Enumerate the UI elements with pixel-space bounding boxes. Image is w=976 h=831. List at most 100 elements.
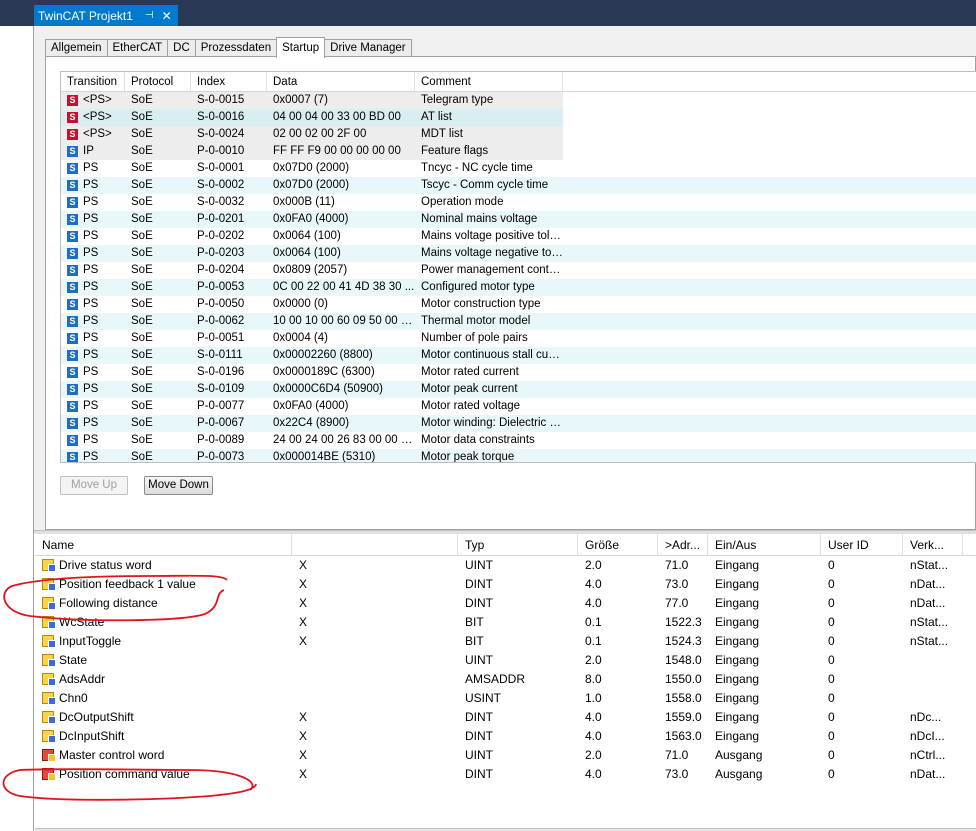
startup-list[interactable]: Transition Protocol Index Data Comment S <PS>…: [60, 71, 976, 463]
variable-row[interactable]: WcState X BIT 0.1 1522.3 Eingang 0 nStat...: [35, 613, 976, 632]
variable-cell-x: [292, 670, 458, 689]
startup-cell-transition: S PS: [61, 228, 125, 245]
variable-row[interactable]: Position command value X DINT 4.0 73.0 Ausgan…: [35, 765, 976, 784]
variable-cell-uid: 0: [828, 710, 835, 724]
variable-row[interactable]: State UINT 2.0 1548.0 Eingang 0: [35, 651, 976, 670]
variable-cell-io: Eingang: [715, 729, 760, 743]
startup-s-blue-icon: S: [67, 350, 78, 361]
tab-ethercat[interactable]: EtherCAT: [106, 39, 169, 57]
startup-cell-data: 0x22C4 (8900): [273, 417, 350, 429]
variables-column-8[interactable]: Verk...: [903, 534, 963, 555]
startup-cell-protocol: SoE: [131, 213, 153, 225]
startup-cell-index: P-0-0203: [197, 247, 245, 259]
startup-row[interactable]: S PS SoE P-0-0089 24 00 24 00 26 83 00 00 0.…: [61, 432, 976, 449]
startup-s-blue-icon: S: [67, 214, 78, 225]
variables-column-3[interactable]: Typ: [458, 534, 578, 555]
startup-cell-data: 0x0064 (100): [273, 230, 341, 242]
variables-column-1[interactable]: Name: [35, 534, 292, 555]
variable-row[interactable]: DcInputShift X DINT 4.0 1563.0 Eingang 0 nDcI..…: [35, 727, 976, 746]
startup-cell-comment: Motor data constraints: [421, 434, 535, 446]
startup-row[interactable]: S PS SoE P-0-0201 0x0FA0 (4000) Nominal mains…: [61, 211, 976, 228]
startup-row[interactable]: S PS SoE P-0-0202 0x0064 (100) Mains voltage …: [61, 228, 976, 245]
startup-row[interactable]: S PS SoE P-0-0062 10 00 10 00 60 09 50 00 6.…: [61, 313, 976, 330]
startup-column-index[interactable]: Index: [191, 72, 267, 91]
startup-row[interactable]: S PS SoE P-0-0073 0x000014BE (5310) Motor pea…: [61, 449, 976, 462]
startup-cell-index: P-0-0010: [191, 143, 267, 160]
startup-column-transition[interactable]: Transition: [61, 72, 125, 91]
startup-row[interactable]: S IP SoE P-0-0010 FF FF F9 00 00 00 00 00 Fea…: [61, 143, 976, 160]
variable-row[interactable]: InputToggle X BIT 0.1 1524.3 Eingang 0 nStat...: [35, 632, 976, 651]
variable-cell-size: 4.0: [585, 577, 602, 591]
startup-cell-protocol: SoE: [131, 349, 153, 361]
pin-icon[interactable]: ⊣: [145, 10, 154, 21]
variables-column-5[interactable]: >Adr...: [658, 534, 708, 555]
tab-allgemein[interactable]: Allgemein: [45, 39, 108, 57]
startup-row[interactable]: S PS SoE P-0-0050 0x0000 (0) Motor constructi…: [61, 296, 976, 313]
startup-s-red-icon: S: [67, 129, 78, 140]
tab-prozessdaten[interactable]: Prozessdaten: [194, 39, 278, 57]
startup-cell-comment: MDT list: [415, 126, 563, 143]
startup-s-blue-icon: S: [67, 146, 78, 157]
startup-row[interactable]: S PS SoE P-0-0077 0x0FA0 (4000) Motor rated v…: [61, 398, 976, 415]
variable-name-text: State: [59, 653, 88, 667]
variable-cell-size: 2.0: [585, 558, 602, 572]
variable-row[interactable]: Drive status word X UINT 2.0 71.0 Eingang 0 nSt…: [35, 556, 976, 575]
variable-row[interactable]: Position feedback 1 value X DINT 4.0 73.0 Ein…: [35, 575, 976, 594]
startup-row[interactable]: S PS SoE P-0-0067 0x22C4 (8900) Motor winding…: [61, 415, 976, 432]
variable-cell-link: nStat...: [910, 558, 949, 572]
startup-s-blue-icon: S: [67, 163, 78, 174]
variable-row[interactable]: Master control word X UINT 2.0 71.0 Ausgang 0 n…: [35, 746, 976, 765]
startup-cell-comment: Operation mode: [421, 196, 504, 208]
move-down-button[interactable]: Move Down: [144, 476, 213, 495]
startup-transition-text: PS: [83, 162, 99, 174]
startup-row[interactable]: S PS SoE S-0-0109 0x0000C6D4 (50900) Motor pe…: [61, 381, 976, 398]
startup-row[interactable]: S <PS> SoE S-0-0016 04 00 04 00 33 00 BD 00 A…: [61, 109, 976, 126]
startup-row[interactable]: S PS SoE P-0-0053 0C 00 22 00 41 4D 38 30 ..…: [61, 279, 976, 296]
startup-row[interactable]: S PS SoE P-0-0203 0x0064 (100) Mains voltage …: [61, 245, 976, 262]
startup-cell-data: 10 00 10 00 60 09 50 00 6...: [273, 315, 415, 327]
variable-row[interactable]: Chn0 USINT 1.0 1558.0 Eingang 0: [35, 689, 976, 708]
variable-row[interactable]: DcOutputShift X DINT 4.0 1559.0 Eingang 0 nDc..…: [35, 708, 976, 727]
startup-list-rows: S <PS> SoE S-0-0015 0x0007 (7) Telegram type S…: [61, 92, 976, 462]
tab-dc[interactable]: DC: [167, 39, 196, 57]
startup-row[interactable]: S PS SoE S-0-0002 0x07D0 (2000) Tscyc - Comm …: [61, 177, 976, 194]
startup-column-protocol[interactable]: Protocol: [125, 72, 191, 91]
startup-cell-index: P-0-0067: [197, 417, 245, 429]
variables-column-2[interactable]: [292, 534, 458, 555]
startup-row[interactable]: S PS SoE P-0-0204 0x0809 (2057) Power managem…: [61, 262, 976, 279]
variable-cell-io: Eingang: [715, 577, 760, 591]
variable-cell-io: Eingang: [715, 634, 760, 648]
variable-cell-uid: 0: [828, 596, 835, 610]
tab-drive-manager[interactable]: Drive Manager: [324, 39, 412, 57]
startup-column-comment[interactable]: Comment: [415, 72, 563, 91]
variables-column-7[interactable]: User ID: [821, 534, 903, 555]
variable-row[interactable]: AdsAddr AMSADDR 8.0 1550.0 Eingang 0: [35, 670, 976, 689]
startup-cell-transition: S PS: [61, 262, 125, 279]
variables-column-6[interactable]: Ein/Aus: [708, 534, 821, 555]
startup-row[interactable]: S <PS> SoE S-0-0015 0x0007 (7) Telegram type: [61, 92, 976, 109]
startup-row[interactable]: S PS SoE S-0-0001 0x07D0 (2000) Tncyc - NC cy…: [61, 160, 976, 177]
input-variable-icon: [42, 654, 56, 667]
startup-cell-data: 0x00002260 (8800): [273, 349, 373, 361]
tab-startup[interactable]: Startup: [276, 37, 326, 58]
startup-row[interactable]: S PS SoE S-0-0032 0x000B (11) Operation mode: [61, 194, 976, 211]
startup-cell-transition: S IP: [61, 143, 125, 160]
startup-row[interactable]: S PS SoE S-0-0196 0x0000189C (6300) Motor rat…: [61, 364, 976, 381]
variable-name-text: DcOutputShift: [59, 710, 134, 724]
document-tab[interactable]: TwinCAT Projekt1 ⊣ ✕: [34, 5, 178, 26]
startup-cell-transition: S <PS>: [61, 109, 125, 126]
startup-column-data[interactable]: Data: [267, 72, 415, 91]
startup-cell-index: S-0-0196: [197, 366, 245, 378]
startup-cell-data: 0x0064 (100): [273, 247, 341, 259]
variable-cell-name: State: [35, 651, 292, 670]
startup-row[interactable]: S PS SoE S-0-0111 0x00002260 (8800) Motor con…: [61, 347, 976, 364]
variables-list[interactable]: Name Typ Größe >Adr... Ein/Aus User ID Verk...…: [35, 534, 976, 831]
variable-row[interactable]: Following distance X DINT 4.0 77.0 Eingang 0 nD…: [35, 594, 976, 613]
move-up-button[interactable]: Move Up: [60, 476, 128, 495]
startup-row[interactable]: S PS SoE P-0-0051 0x0004 (4) Number of pole p…: [61, 330, 976, 347]
startup-row[interactable]: S <PS> SoE S-0-0024 02 00 02 00 2F 00 MDT lis…: [61, 126, 976, 143]
close-icon[interactable]: ✕: [162, 9, 172, 23]
variable-cell-addr: 1524.3: [665, 634, 702, 648]
variables-column-4[interactable]: Größe: [578, 534, 658, 555]
variable-cell-addr: 1550.0: [665, 672, 702, 686]
